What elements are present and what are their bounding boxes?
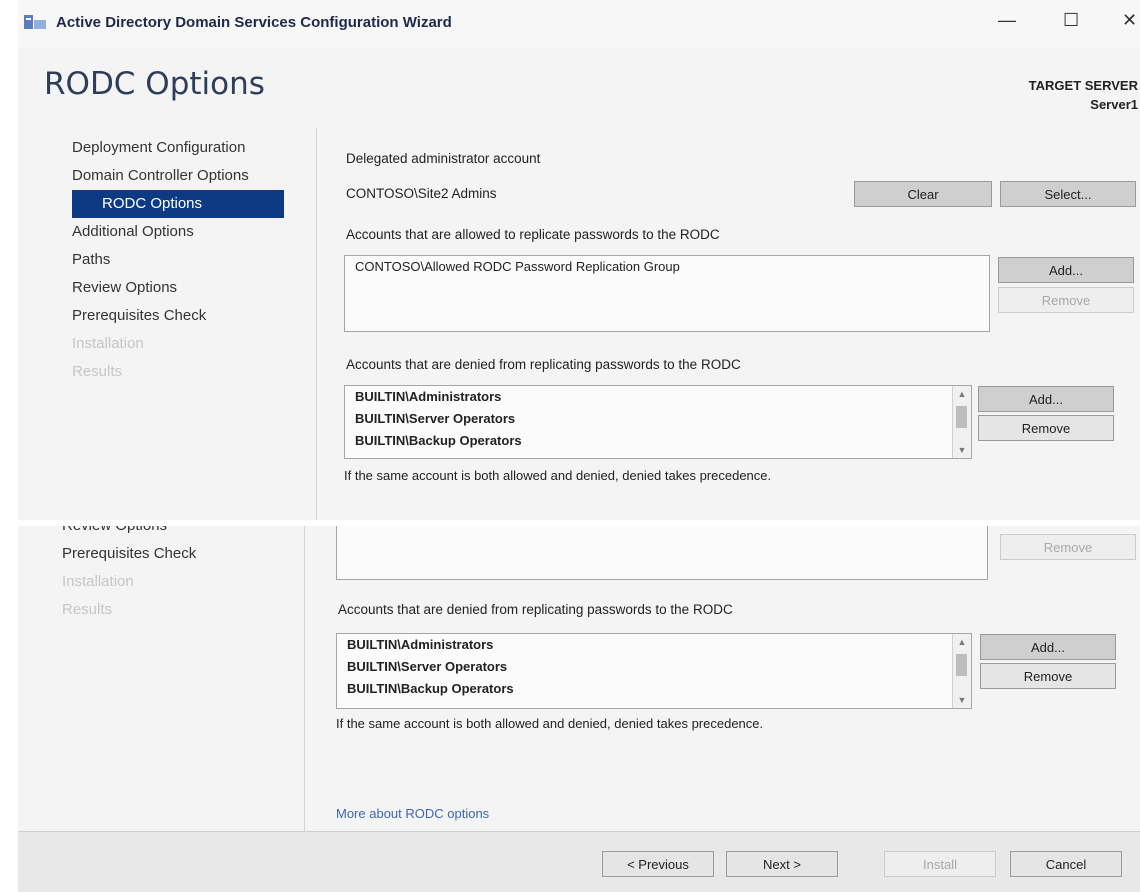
target-server-name: Server1 <box>1090 97 1138 112</box>
maximize-button[interactable]: ☐ <box>1063 10 1079 31</box>
nav-item-domain-controller-options[interactable]: Domain Controller Options <box>72 162 284 190</box>
previous-button[interactable]: < Previous <box>602 851 714 877</box>
wizard-window-top: Active Directory Domain Services Configu… <box>18 0 1140 520</box>
minimize-button[interactable]: — <box>998 10 1016 31</box>
nav-item-results: Results <box>62 601 113 618</box>
nav-item-deployment-configuration[interactable]: Deployment Configuration <box>72 134 284 162</box>
ad-ds-app-icon <box>24 15 46 29</box>
denied-list-scrollbar[interactable]: ▲ ▼ <box>952 386 971 458</box>
denied-account-item[interactable]: BUILTIN\Server Operators <box>337 656 971 678</box>
nav-item-paths[interactable]: Paths <box>72 246 284 274</box>
precedence-note: If the same account is both allowed and … <box>336 716 764 731</box>
allowed-add-button[interactable]: Add... <box>998 257 1134 283</box>
delegated-admin-value: CONTOSO\Site2 Admins <box>346 186 497 201</box>
denied-accounts-list[interactable]: BUILTIN\Administrators BUILTIN\Server Op… <box>344 385 972 459</box>
wizard-nav: Deployment Configuration Domain Controll… <box>72 134 284 386</box>
wizard-footer: < Previous Next > Install Cancel <box>18 831 1140 892</box>
next-button[interactable]: Next > <box>726 851 838 877</box>
page-title: RODC Options <box>44 66 265 102</box>
denied-account-item[interactable]: BUILTIN\Backup Operators <box>345 430 971 452</box>
allowed-accounts-list[interactable]: CONTOSO\Allowed RODC Password Replicatio… <box>344 255 990 332</box>
allowed-accounts-label: Accounts that are allowed to replicate p… <box>346 227 720 242</box>
install-button[interactable]: Install <box>884 851 996 877</box>
nav-item-review-options[interactable]: Review Options <box>62 526 196 540</box>
denied-add-button[interactable]: Add... <box>978 386 1114 412</box>
scroll-down-arrow-icon[interactable]: ▼ <box>953 692 971 708</box>
clear-button[interactable]: Clear <box>854 181 992 207</box>
window-title: Active Directory Domain Services Configu… <box>56 14 452 31</box>
nav-item-additional-options[interactable]: Additional Options <box>72 218 284 246</box>
denied-accounts-list[interactable]: BUILTIN\Administrators BUILTIN\Server Op… <box>336 633 972 709</box>
scrollbar-thumb[interactable] <box>956 654 967 676</box>
denied-remove-button[interactable]: Remove <box>980 663 1116 689</box>
denied-list-scrollbar[interactable]: ▲ ▼ <box>952 634 971 708</box>
nav-item-results: Results <box>72 363 123 380</box>
close-button[interactable]: ✕ <box>1122 10 1137 31</box>
denied-account-item[interactable]: BUILTIN\Server Operators <box>345 408 971 430</box>
allowed-accounts-list[interactable] <box>336 526 988 580</box>
precedence-note: If the same account is both allowed and … <box>344 468 772 483</box>
denied-account-item[interactable]: BUILTIN\Backup Operators <box>337 678 971 700</box>
allowed-account-item[interactable]: CONTOSO\Allowed RODC Password Replicatio… <box>345 256 989 278</box>
denied-account-item[interactable]: BUILTIN\Administrators <box>337 634 971 656</box>
nav-item-prerequisites-check[interactable]: Prerequisites Check <box>62 540 196 568</box>
more-about-rodc-link[interactable]: More about RODC options <box>336 806 489 821</box>
nav-item-review-options[interactable]: Review Options <box>72 274 284 302</box>
denied-account-item[interactable]: BUILTIN\Administrators <box>345 386 971 408</box>
delegated-admin-label: Delegated administrator account <box>346 151 541 166</box>
nav-divider <box>316 128 317 520</box>
wizard-window-bottom: Review Options Prerequisites Check Insta… <box>18 526 1140 892</box>
target-server-info: TARGET SERVER Server1 <box>1029 76 1138 114</box>
allowed-remove-button[interactable]: Remove <box>1000 534 1136 560</box>
scroll-up-arrow-icon[interactable]: ▲ <box>953 634 971 650</box>
allowed-remove-button[interactable]: Remove <box>998 287 1134 313</box>
scroll-up-arrow-icon[interactable]: ▲ <box>953 386 971 402</box>
title-bar: Active Directory Domain Services Configu… <box>18 0 1140 48</box>
nav-item-rodc-options[interactable]: RODC Options <box>72 190 284 218</box>
target-server-label: TARGET SERVER <box>1028 78 1138 93</box>
nav-item-prerequisites-check[interactable]: Prerequisites Check <box>72 302 284 330</box>
cancel-button[interactable]: Cancel <box>1010 851 1122 877</box>
scroll-down-arrow-icon[interactable]: ▼ <box>953 442 971 458</box>
nav-item-installation: Installation <box>72 335 144 352</box>
denied-add-button[interactable]: Add... <box>980 634 1116 660</box>
nav-divider <box>304 526 305 832</box>
select-button[interactable]: Select... <box>1000 181 1136 207</box>
wizard-nav-continued: Review Options Prerequisites Check Insta… <box>62 526 196 624</box>
scrollbar-thumb[interactable] <box>956 406 967 428</box>
denied-accounts-label: Accounts that are denied from replicatin… <box>338 602 733 617</box>
denied-remove-button[interactable]: Remove <box>978 415 1114 441</box>
nav-item-installation: Installation <box>62 573 134 590</box>
denied-accounts-label: Accounts that are denied from replicatin… <box>346 357 741 372</box>
